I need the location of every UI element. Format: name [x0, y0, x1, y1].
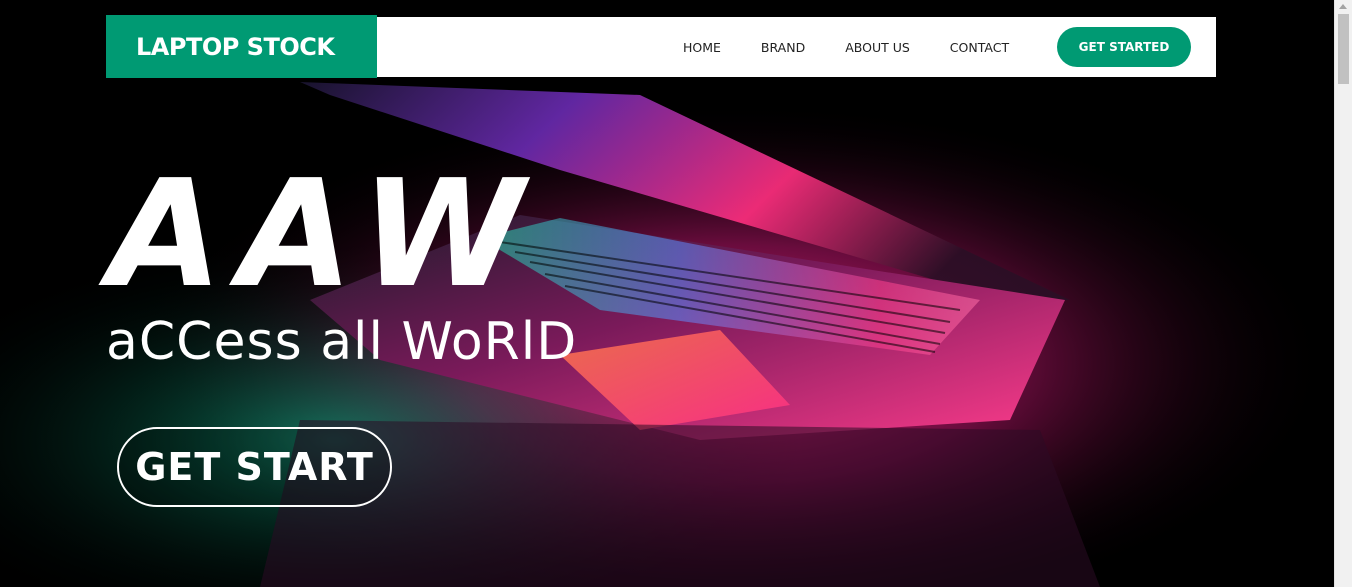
- nav-menu: HOME BRAND ABOUT US CONTACT: [683, 17, 1009, 77]
- nav-item-about-us[interactable]: ABOUT US: [845, 40, 910, 55]
- scrollbar-thumb[interactable]: [1338, 14, 1349, 84]
- nav-item-brand[interactable]: BRAND: [761, 40, 805, 55]
- nav-item-contact[interactable]: CONTACT: [950, 40, 1009, 55]
- brand-label: LAPTOP STOCK: [136, 32, 335, 61]
- nav-item-home[interactable]: HOME: [683, 40, 721, 55]
- hero-title: AAW: [108, 148, 541, 320]
- scroll-up-arrow-icon[interactable]: [1339, 4, 1347, 9]
- page: LAPTOP STOCK HOME BRAND ABOUT US CONTACT…: [0, 0, 1352, 587]
- vertical-scrollbar[interactable]: [1334, 0, 1352, 587]
- hero-subtitle: aCCess all WoRlD: [106, 312, 578, 372]
- get-start-button[interactable]: GET START: [117, 427, 392, 507]
- brand-logo[interactable]: LAPTOP STOCK: [106, 15, 377, 78]
- get-started-button[interactable]: GET STARTED: [1057, 27, 1191, 67]
